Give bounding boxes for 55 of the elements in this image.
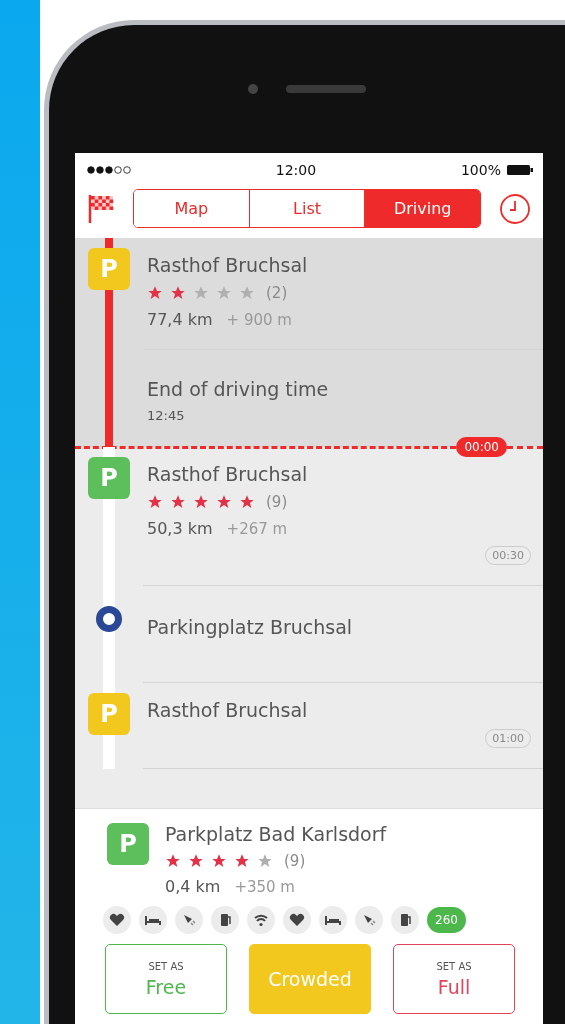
star-icon bbox=[234, 853, 250, 869]
review-count: (9) bbox=[266, 493, 288, 511]
fuel-pump-icon bbox=[391, 906, 419, 934]
status-button[interactable]: SET AS Free bbox=[105, 944, 227, 1014]
star-icon bbox=[257, 853, 273, 869]
star-icon bbox=[193, 494, 209, 510]
battery-icon bbox=[507, 165, 533, 175]
parking-marker: P bbox=[88, 457, 130, 499]
shower-icon bbox=[175, 906, 203, 934]
star-icon bbox=[239, 494, 255, 510]
parking-marker: P bbox=[107, 823, 149, 865]
star-icon bbox=[188, 853, 204, 869]
review-count: (9) bbox=[284, 852, 306, 870]
view-tab[interactable]: Driving bbox=[364, 190, 480, 227]
parking-marker: P bbox=[88, 248, 130, 290]
wifi-icon bbox=[247, 906, 275, 934]
star-icon bbox=[165, 853, 181, 869]
star-icon bbox=[193, 285, 209, 301]
bed-icon bbox=[139, 906, 167, 934]
signal-icon bbox=[87, 166, 131, 174]
star-icon bbox=[211, 853, 227, 869]
star-icon bbox=[216, 285, 232, 301]
place-name: Rasthof Bruchsal bbox=[147, 463, 309, 485]
elevation: + 900 m bbox=[226, 311, 292, 329]
shower-icon bbox=[355, 906, 383, 934]
clock-icon[interactable] bbox=[499, 192, 531, 225]
star-icon bbox=[147, 494, 163, 510]
elevation: +350 m bbox=[234, 878, 295, 896]
time-badge: 00:00 bbox=[456, 437, 507, 457]
place-name: Rasthof Bruchsal bbox=[147, 699, 309, 721]
star-icon bbox=[147, 285, 163, 301]
waypoint-icon bbox=[96, 606, 122, 632]
place-name: Parkingplatz Bruchsal bbox=[147, 616, 354, 638]
review-count: (2) bbox=[266, 284, 288, 302]
elevation: +267 m bbox=[226, 520, 288, 538]
camera-icon bbox=[248, 84, 258, 94]
star-icon bbox=[170, 285, 186, 301]
checkered-flag-icon[interactable] bbox=[87, 192, 115, 225]
distance: 50,3 km bbox=[147, 519, 213, 538]
distance: 77,4 km bbox=[147, 310, 213, 329]
event-time: 12:45 bbox=[147, 408, 186, 423]
parking-marker: P bbox=[88, 693, 130, 735]
event-title: End of driving time bbox=[147, 378, 330, 400]
distance: 0,4 km bbox=[165, 877, 221, 896]
star-icon bbox=[239, 285, 255, 301]
place-name: Rasthof Bruchsal bbox=[147, 254, 309, 276]
status-button[interactable]: SET AS Full bbox=[393, 944, 515, 1014]
battery-level: 100% bbox=[460, 162, 501, 178]
fuel-pump-icon bbox=[211, 906, 239, 934]
star-icon bbox=[170, 494, 186, 510]
spaces-badge: 260 bbox=[427, 907, 466, 933]
status-time: 12:00 bbox=[275, 162, 317, 178]
star-icon bbox=[216, 494, 232, 510]
bed-icon bbox=[319, 906, 347, 934]
place-name: Parkplatz Bad Karlsdorf bbox=[165, 823, 388, 845]
